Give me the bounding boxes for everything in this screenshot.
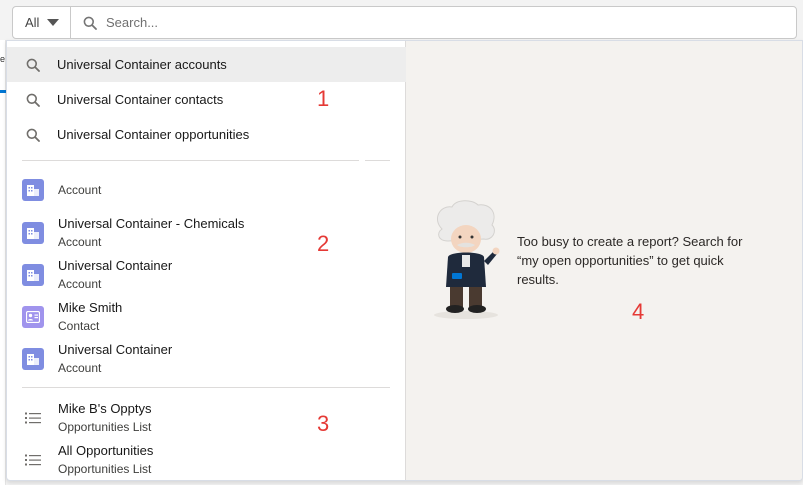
record-type: Account [58,361,102,375]
section-divider [22,160,359,161]
record-title: Universal Container [58,342,173,357]
suggestion-item[interactable]: Universal Container contacts [7,82,406,117]
annotation-marker-4: 4 [632,299,645,324]
search-input[interactable] [106,15,796,30]
account-icon [22,264,44,286]
tip-panel: Too busy to create a report? Search for … [406,41,802,480]
results-column: Universal Container accounts Universal C… [7,41,406,480]
suggestion-item[interactable]: Universal Container opportunities [7,117,406,152]
record-type: Account [58,183,102,197]
annotation-marker-1: 1 [317,86,330,111]
einstein-mascot-icon [434,200,500,319]
contact-icon [22,306,44,328]
list-icon [22,449,44,471]
list-view-result[interactable]: All Opportunities Opportunities List [22,442,153,478]
section-divider [22,387,390,388]
suggestion-item[interactable]: Universal Container accounts [7,47,406,82]
account-icon [22,348,44,370]
record-result[interactable]: Mike Smith Contact [22,299,122,335]
record-result[interactable]: Universal Container Account [22,257,172,293]
record-result[interactable]: Universal Container - Chemicals Account [22,215,244,251]
suggestion-label: Universal Container opportunities [57,127,250,142]
record-type: Account [58,277,102,291]
list-view-type: Opportunities List [58,462,152,476]
search-field[interactable] [71,7,796,38]
list-icon [22,407,44,429]
search-scope-dropdown[interactable]: All [13,7,71,38]
record-result[interactable]: Account [22,179,101,201]
list-view-type: Opportunities List [58,420,152,434]
list-view-title: Mike B's Opptys [58,401,152,416]
global-search-bar: All [12,6,797,39]
account-icon [22,222,44,244]
account-icon [22,179,44,201]
search-icon [26,93,40,107]
record-type: Contact [58,319,100,333]
annotation-marker-3: 3 [317,411,330,436]
section-divider [365,160,390,161]
suggestion-label: Universal Container contacts [57,92,224,107]
search-icon [26,58,40,72]
record-title: Universal Container [58,258,173,273]
annotation-marker-2: 2 [317,231,330,256]
suggestion-label: Universal Container accounts [57,57,227,72]
record-title: Mike Smith [58,300,123,315]
record-title: Universal Container - Chemicals [58,216,245,231]
search-dropdown: Universal Container accounts Universal C… [6,40,803,481]
record-result[interactable]: Universal Container Account [22,341,172,377]
search-scope-label: All [25,15,40,30]
list-view-result[interactable]: Mike B's Opptys Opportunities List [22,400,152,436]
record-type: Account [58,235,102,249]
caret-down-icon [47,19,60,26]
search-icon [83,16,97,30]
tip-text: Too busy to create a report? Search for … [517,234,743,287]
list-view-title: All Opportunities [58,443,154,458]
search-icon [26,128,40,142]
